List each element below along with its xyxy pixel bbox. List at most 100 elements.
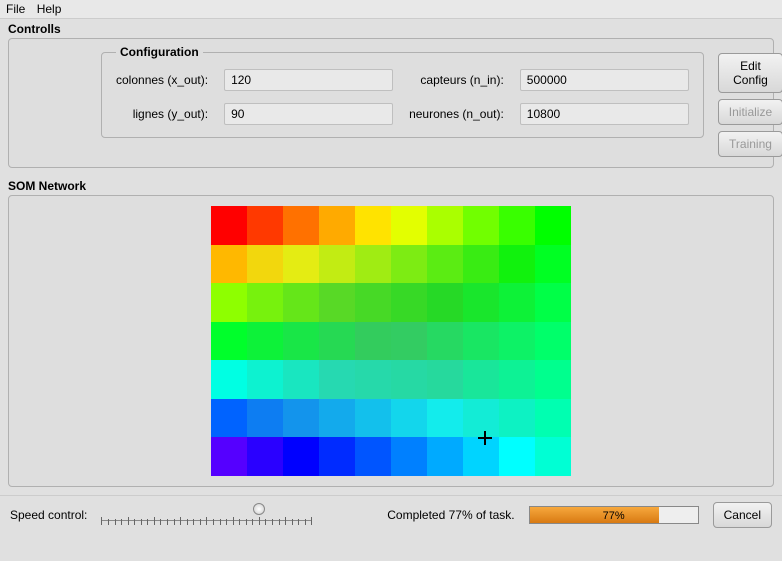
- som-cell: [355, 206, 391, 245]
- som-cell: [283, 322, 319, 361]
- menu-file[interactable]: File: [6, 2, 25, 16]
- colonnes-label: colonnes (x_out):: [116, 73, 208, 87]
- menu-bar: File Help: [0, 0, 782, 19]
- som-cell: [463, 283, 499, 322]
- som-cell: [463, 206, 499, 245]
- som-cell: [247, 245, 283, 284]
- som-cell: [463, 322, 499, 361]
- som-canvas: [211, 206, 571, 476]
- neurones-input[interactable]: [520, 103, 689, 125]
- som-cell: [319, 206, 355, 245]
- progress-text: Completed 77% of task.: [387, 508, 514, 522]
- som-cell: [535, 360, 571, 399]
- som-cell: [463, 360, 499, 399]
- som-cell: [427, 360, 463, 399]
- som-cell: [283, 283, 319, 322]
- som-cell: [391, 206, 427, 245]
- som-cell: [211, 245, 247, 284]
- som-cell: [211, 206, 247, 245]
- menu-help[interactable]: Help: [37, 2, 62, 16]
- initialize-button: Initialize: [718, 99, 782, 125]
- som-cell: [283, 206, 319, 245]
- som-cell: [427, 245, 463, 284]
- som-cell: [355, 245, 391, 284]
- progress-percent-label: 77%: [530, 507, 698, 523]
- som-cell: [463, 399, 499, 438]
- progress-bar: 77%: [529, 506, 699, 524]
- som-cell: [391, 360, 427, 399]
- som-title: SOM Network: [0, 176, 782, 193]
- som-cell: [319, 360, 355, 399]
- colonnes-input[interactable]: [224, 69, 393, 91]
- slider-thumb-icon[interactable]: [253, 503, 265, 515]
- controls-group: Configuration colonnes (x_out): capteurs…: [8, 38, 774, 168]
- cancel-button[interactable]: Cancel: [713, 502, 772, 528]
- som-cell: [283, 245, 319, 284]
- som-cell: [319, 399, 355, 438]
- som-cell: [463, 245, 499, 284]
- som-cell: [247, 283, 283, 322]
- som-cell: [355, 322, 391, 361]
- som-cell: [391, 399, 427, 438]
- som-cell: [211, 283, 247, 322]
- som-cell: [247, 360, 283, 399]
- som-cell: [499, 206, 535, 245]
- som-cell: [499, 360, 535, 399]
- capteurs-label: capteurs (n_in):: [409, 73, 504, 87]
- som-cell: [427, 399, 463, 438]
- som-cell: [499, 322, 535, 361]
- som-cell: [535, 399, 571, 438]
- som-cell: [427, 322, 463, 361]
- lignes-label: lignes (y_out):: [116, 107, 208, 121]
- som-cell: [283, 399, 319, 438]
- som-cell: [355, 399, 391, 438]
- configuration-fieldset: Configuration colonnes (x_out): capteurs…: [101, 45, 704, 138]
- som-cell: [427, 283, 463, 322]
- som-cell: [427, 206, 463, 245]
- capteurs-input[interactable]: [520, 69, 689, 91]
- som-cell: [391, 283, 427, 322]
- som-cell: [535, 322, 571, 361]
- som-cell: [499, 399, 535, 438]
- side-buttons: Edit Config Initialize Training: [718, 45, 782, 157]
- edit-config-button[interactable]: Edit Config: [718, 53, 782, 93]
- som-cell: [463, 437, 499, 476]
- som-cell: [319, 437, 355, 476]
- som-cell: [247, 399, 283, 438]
- configuration-legend: Configuration: [116, 45, 203, 59]
- som-cell: [535, 283, 571, 322]
- som-cell: [211, 437, 247, 476]
- som-cell: [319, 322, 355, 361]
- som-cell: [319, 283, 355, 322]
- som-group: [8, 195, 774, 487]
- som-cell: [427, 437, 463, 476]
- som-cell: [391, 437, 427, 476]
- som-cell: [283, 437, 319, 476]
- som-cell: [247, 437, 283, 476]
- som-cell: [499, 437, 535, 476]
- controls-title: Controlls: [0, 19, 782, 36]
- som-cell: [535, 245, 571, 284]
- som-cell: [211, 360, 247, 399]
- som-cell: [535, 437, 571, 476]
- lignes-input[interactable]: [224, 103, 393, 125]
- som-cell: [355, 283, 391, 322]
- speed-control-label: Speed control:: [10, 508, 87, 522]
- som-cell: [355, 437, 391, 476]
- som-cell: [355, 360, 391, 399]
- som-cell: [319, 245, 355, 284]
- som-cell: [499, 245, 535, 284]
- som-cell: [499, 283, 535, 322]
- som-cell: [535, 206, 571, 245]
- training-button: Training: [718, 131, 782, 157]
- som-cell: [283, 360, 319, 399]
- som-cell: [211, 322, 247, 361]
- som-cell: [247, 322, 283, 361]
- som-cell: [391, 322, 427, 361]
- speed-slider[interactable]: [101, 503, 311, 527]
- status-bar: Speed control: Completed 77% of task. 77…: [0, 495, 782, 534]
- som-cell: [211, 399, 247, 438]
- neurones-label: neurones (n_out):: [409, 107, 504, 121]
- som-cell: [247, 206, 283, 245]
- som-cell: [391, 245, 427, 284]
